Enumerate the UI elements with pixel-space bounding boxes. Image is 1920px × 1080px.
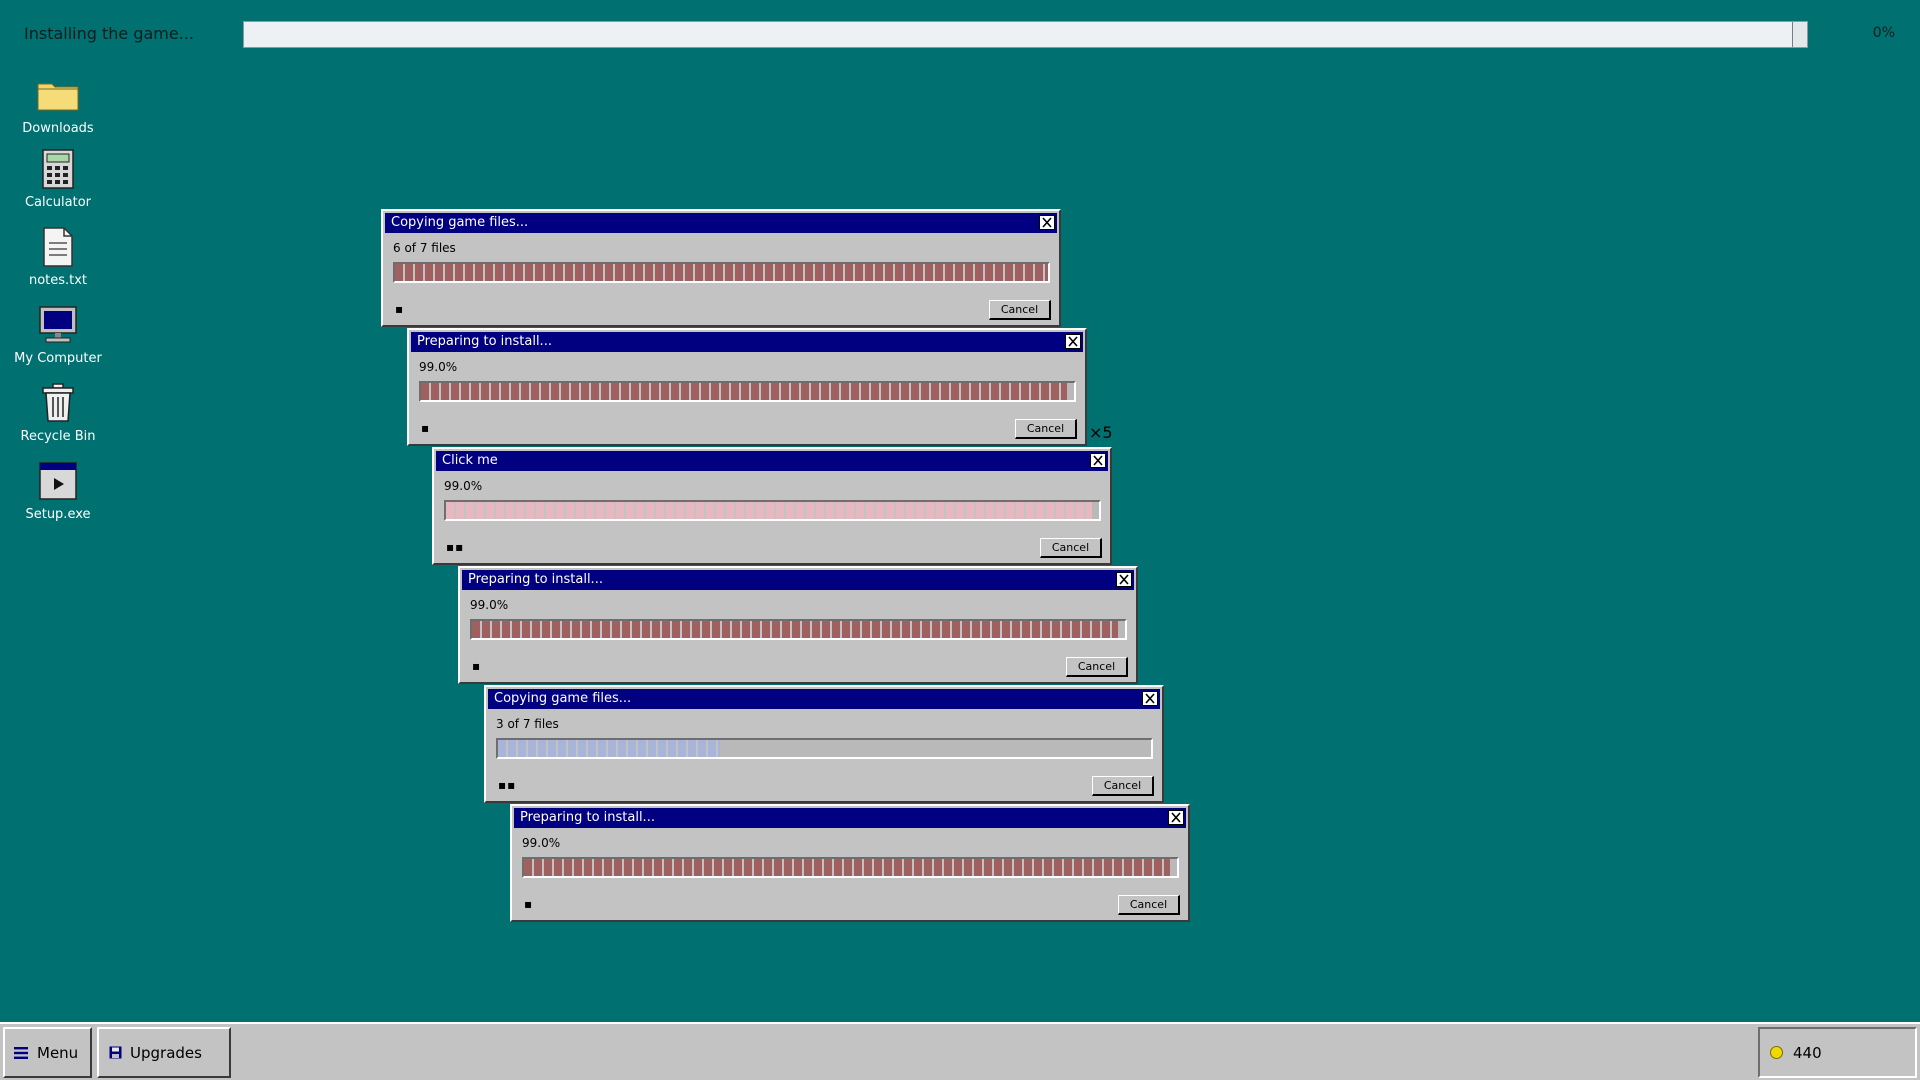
- coin-icon: [1770, 1046, 1783, 1059]
- cancel-button[interactable]: Cancel: [1040, 538, 1102, 558]
- dialog-window[interactable]: Preparing to install... 99.0% ▪ Cancel: [510, 804, 1190, 922]
- dialog-status: 3 of 7 files: [496, 717, 559, 731]
- dialog-status: 99.0%: [419, 360, 458, 374]
- floppy-icon: [109, 1046, 122, 1059]
- install-progress-knob: [1792, 22, 1807, 47]
- desktop-icon-label: Setup.exe: [25, 507, 91, 522]
- dialog-title[interactable]: Preparing to install...: [514, 808, 1186, 828]
- dialog-title[interactable]: Preparing to install...: [411, 332, 1083, 352]
- desktop-icon-notes[interactable]: notes.txt: [8, 225, 108, 288]
- dialog-progress-fill: [498, 740, 721, 757]
- dialog-progress-bar: [419, 381, 1076, 402]
- desktop-icon-label: Downloads: [22, 121, 94, 136]
- cancel-button[interactable]: Cancel: [1118, 895, 1180, 915]
- dialog-progress-bar: [496, 738, 1153, 759]
- dialog-title[interactable]: Copying game files...: [488, 689, 1160, 709]
- close-icon[interactable]: [1116, 572, 1132, 587]
- dialog-progress-bar: [444, 500, 1101, 521]
- dialog-status: 99.0%: [470, 598, 509, 612]
- cancel-button[interactable]: Cancel: [1092, 776, 1154, 796]
- text-file-icon: [36, 225, 80, 269]
- dialog-window[interactable]: Copying game files... 6 of 7 files ▪ Can…: [381, 209, 1061, 327]
- setup-exe-icon: [36, 459, 80, 503]
- desktop-icon-downloads[interactable]: Downloads: [8, 73, 108, 136]
- cancel-button[interactable]: Cancel: [989, 300, 1051, 320]
- desktop-icon-my-computer[interactable]: My Computer: [8, 303, 108, 366]
- desktop-icon-label: My Computer: [14, 351, 102, 366]
- computer-icon: [36, 303, 80, 347]
- multiplier-label: ×5: [1089, 423, 1113, 442]
- dialog-status: 99.0%: [444, 479, 483, 493]
- install-title: Installing the game...: [24, 24, 194, 43]
- dialog-dots: ▪: [524, 897, 534, 911]
- dialog-window[interactable]: Preparing to install... 99.0% ▪ Cancel: [407, 328, 1087, 446]
- dialog-status: 6 of 7 files: [393, 241, 456, 255]
- dialog-window[interactable]: Preparing to install... 99.0% ▪ Cancel: [458, 566, 1138, 684]
- install-progress-bar: [243, 21, 1808, 48]
- desktop-icon-calculator[interactable]: Calculator: [8, 147, 108, 210]
- dialog-status: 99.0%: [522, 836, 561, 850]
- taskbar: Menu Upgrades 440: [0, 1022, 1920, 1080]
- desktop-icon-label: Recycle Bin: [20, 429, 96, 444]
- dialog-title[interactable]: Click me: [436, 451, 1108, 471]
- dialog-title[interactable]: Preparing to install...: [462, 570, 1134, 590]
- dialog-progress-bar: [522, 857, 1179, 878]
- close-icon[interactable]: [1168, 810, 1184, 825]
- cancel-button[interactable]: Cancel: [1066, 657, 1128, 677]
- dialog-window-click-me[interactable]: Click me 99.0% ▪▪ Cancel: [432, 447, 1112, 565]
- install-percent: 0%: [1872, 25, 1895, 41]
- dialog-dots: ▪: [472, 659, 482, 673]
- close-icon[interactable]: [1039, 215, 1055, 230]
- close-icon[interactable]: [1142, 691, 1158, 706]
- recycle-bin-icon: [36, 381, 80, 425]
- upgrades-label: Upgrades: [130, 1043, 202, 1062]
- dialog-dots: ▪▪: [446, 540, 465, 554]
- menu-button[interactable]: Menu: [3, 1027, 92, 1078]
- desktop-icon-setup[interactable]: Setup.exe: [8, 459, 108, 522]
- dialog-dots: ▪: [421, 421, 431, 435]
- dialog-progress-fill: [446, 502, 1093, 519]
- dialog-title[interactable]: Copying game files...: [385, 213, 1057, 233]
- dialog-progress-fill: [524, 859, 1171, 876]
- dialog-progress-bar: [393, 262, 1050, 283]
- dialog-progress-bar: [470, 619, 1127, 640]
- dialog-progress-fill: [421, 383, 1068, 400]
- upgrades-button[interactable]: Upgrades: [97, 1027, 231, 1078]
- install-header: Installing the game... 0%: [0, 0, 1920, 70]
- desktop-icon-recycle-bin[interactable]: Recycle Bin: [8, 381, 108, 444]
- coin-count: 440: [1793, 1043, 1822, 1062]
- dialog-dots: ▪: [395, 302, 405, 316]
- calculator-icon: [36, 147, 80, 191]
- close-icon[interactable]: [1065, 334, 1081, 349]
- hamburger-icon: [14, 1046, 28, 1059]
- dialog-window[interactable]: Copying game files... 3 of 7 files ▪▪ Ca…: [484, 685, 1164, 803]
- dialog-progress-fill: [472, 621, 1119, 638]
- dialog-dots: ▪▪: [498, 778, 517, 792]
- desktop-icon-label: notes.txt: [28, 273, 88, 288]
- desktop-icon-label: Calculator: [24, 195, 91, 210]
- close-icon[interactable]: [1090, 453, 1106, 468]
- dialog-progress-fill: [395, 264, 1048, 281]
- coin-counter: 440: [1758, 1027, 1917, 1078]
- menu-label: Menu: [37, 1043, 79, 1062]
- folder-icon: [36, 73, 80, 117]
- cancel-button[interactable]: Cancel: [1015, 419, 1077, 439]
